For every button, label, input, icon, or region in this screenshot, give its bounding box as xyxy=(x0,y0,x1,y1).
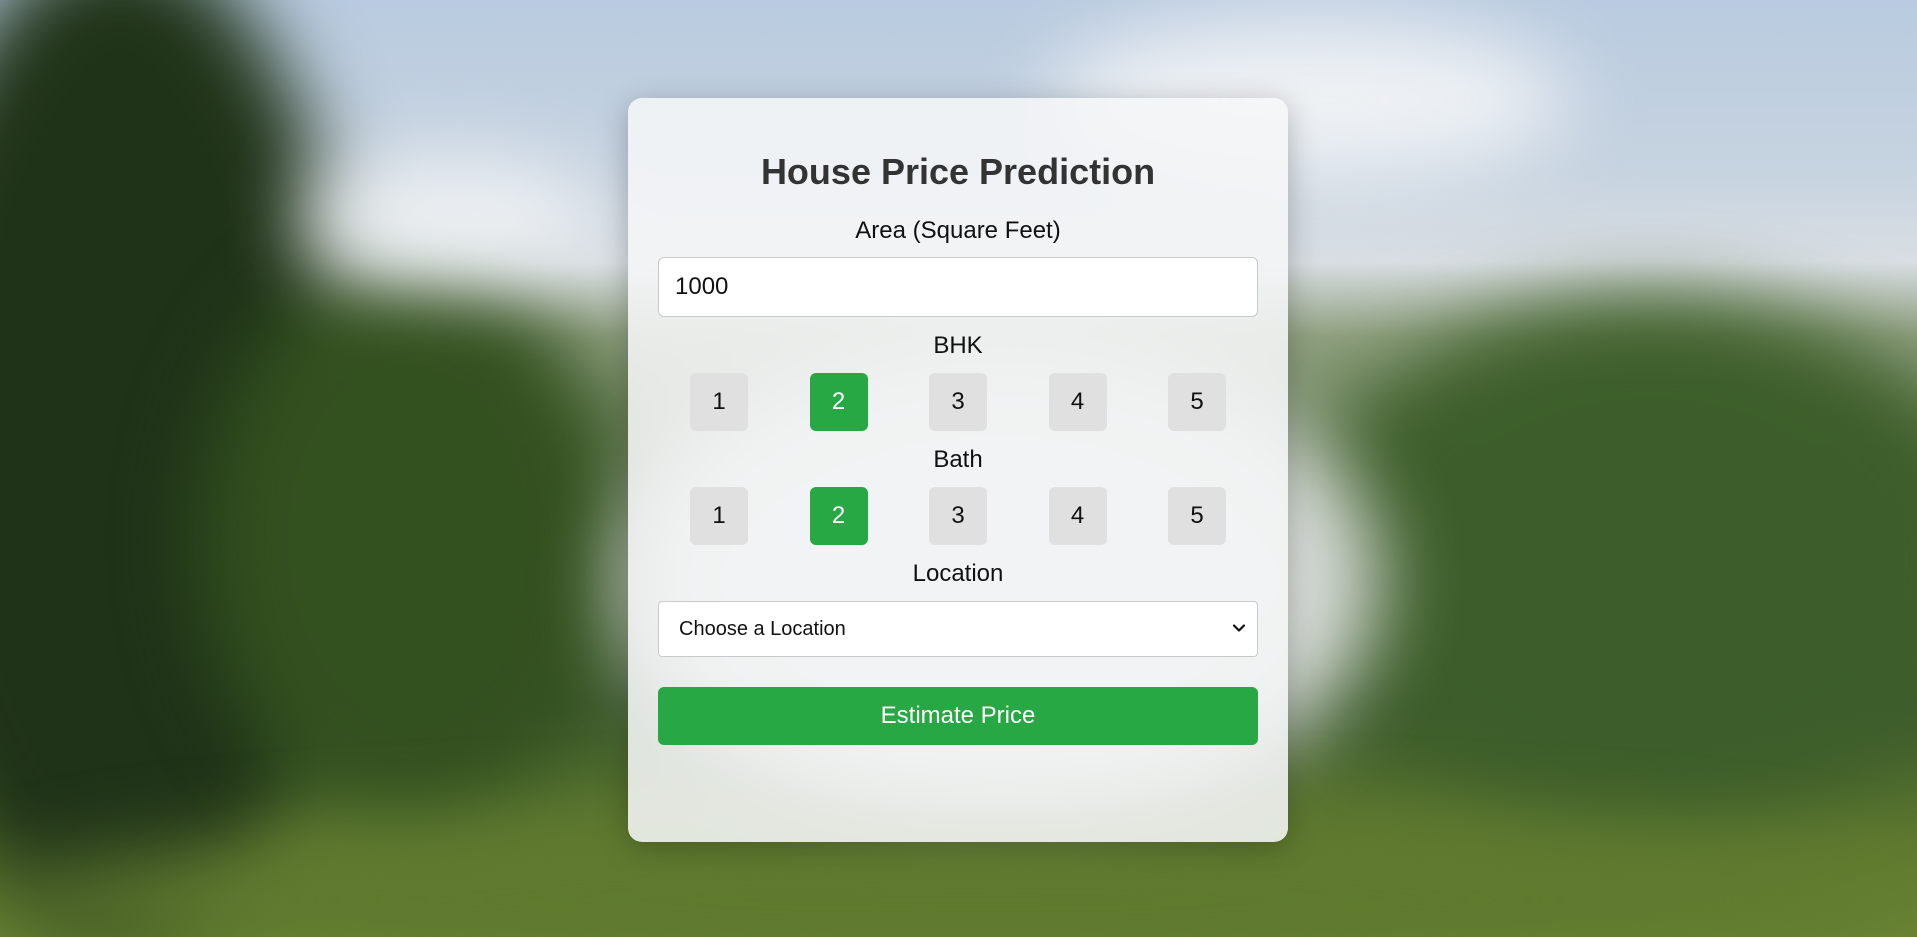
page-title: House Price Prediction xyxy=(760,151,1156,192)
estimate-price-button[interactable]: Estimate Price xyxy=(658,687,1258,745)
bath-label: Bath xyxy=(933,446,983,473)
bath-option-4[interactable]: 4 xyxy=(1048,487,1107,545)
chevron-down-icon xyxy=(1232,624,1246,632)
location-select[interactable]: Choose a Location xyxy=(658,601,1258,657)
bhk-option-2[interactable]: 2 xyxy=(809,373,868,431)
bath-option-2[interactable]: 2 xyxy=(809,487,868,545)
bhk-label: BHK xyxy=(933,332,983,359)
area-label: Area (Square Feet) xyxy=(855,217,1061,244)
bath-option-5[interactable]: 5 xyxy=(1168,487,1226,545)
bath-option-3[interactable]: 3 xyxy=(929,487,987,545)
bhk-options: 1 2 3 4 5 xyxy=(658,373,1258,431)
bhk-option-1[interactable]: 1 xyxy=(690,373,748,431)
bhk-option-4[interactable]: 4 xyxy=(1048,373,1107,431)
area-input[interactable]: 1000 xyxy=(658,257,1258,317)
bhk-option-3[interactable]: 3 xyxy=(929,373,987,431)
location-select-value: Choose a Location xyxy=(679,618,846,640)
location-label: Location xyxy=(912,560,1004,587)
bath-options: 1 2 3 4 5 xyxy=(658,487,1258,545)
bath-option-1[interactable]: 1 xyxy=(690,487,748,545)
bhk-option-5[interactable]: 5 xyxy=(1168,373,1226,431)
prediction-form-card: House Price Prediction Area (Square Feet… xyxy=(628,98,1288,842)
